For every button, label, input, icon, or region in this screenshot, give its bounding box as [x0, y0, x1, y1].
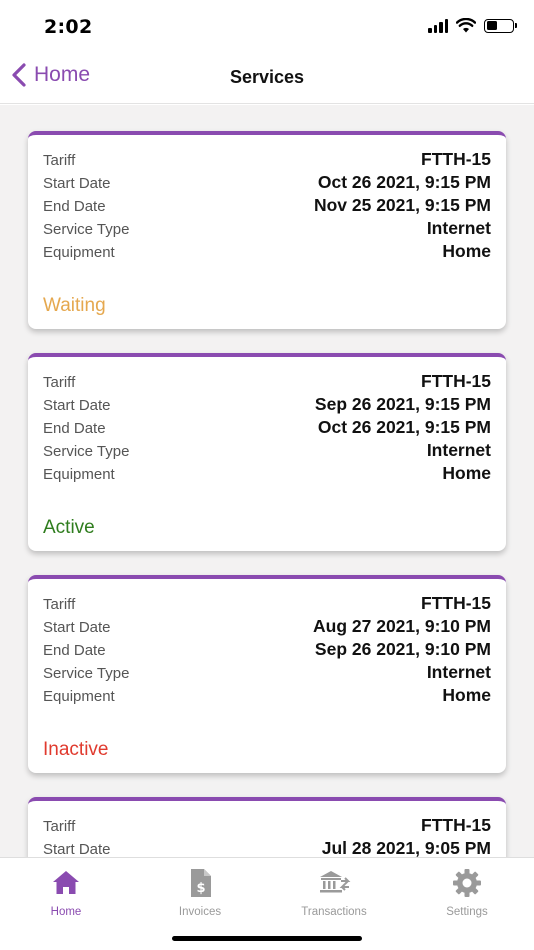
- service-type-label: Service Type: [43, 443, 130, 460]
- equipment-label: Equipment: [43, 466, 115, 483]
- end-date-value: Sep 26 2021, 9:10 PM: [314, 639, 491, 659]
- start-date-label: Start Date: [43, 619, 111, 636]
- tab-settings[interactable]: Settings: [417, 868, 517, 918]
- start-date-value: Sep 26 2021, 9:15 PM: [314, 394, 491, 414]
- tariff-value: FTTH-15: [421, 593, 491, 613]
- service-status: Inactive: [43, 739, 109, 760]
- service-card[interactable]: Tariff FTTH-15 Start Date Jul 28 2021, 9:0…: [28, 797, 506, 857]
- cellular-signal-icon: [428, 18, 448, 33]
- end-date-value: Oct 26 2021, 9:15 PM: [317, 417, 491, 437]
- end-date-label: End Date: [43, 642, 106, 659]
- home-indicator: [172, 936, 362, 941]
- equipment-label: Equipment: [43, 244, 115, 261]
- start-date-value: Jul 28 2021, 9:05 PM: [321, 838, 491, 857]
- page-title: Services: [229, 67, 305, 87]
- tab-invoices[interactable]: $ Invoices: [150, 868, 250, 918]
- service-status: Active: [43, 517, 95, 538]
- start-date-value: Oct 26 2021, 9:15 PM: [317, 172, 491, 192]
- service-type-value: Internet: [426, 440, 491, 460]
- services-list[interactable]: Tariff FTTH-15 Start Date Oct 26 2021, 9:1…: [0, 105, 534, 857]
- home-icon: [53, 871, 79, 894]
- start-date-value: Aug 27 2021, 9:10 PM: [313, 616, 491, 636]
- equipment-value: Home: [442, 463, 491, 483]
- tariff-label: Tariff: [43, 152, 76, 169]
- service-type-label: Service Type: [43, 665, 130, 682]
- end-date-label: End Date: [43, 198, 106, 215]
- service-card[interactable]: Tariff FTTH-15 Start Date Oct 26 2021, 9:1…: [28, 131, 506, 329]
- tariff-label: Tariff: [43, 374, 76, 391]
- end-date-label: End Date: [43, 420, 106, 437]
- tab-transactions-label: Transactions: [301, 906, 367, 918]
- equipment-value: Home: [442, 685, 491, 705]
- navigation-bar: Home Services: [0, 52, 534, 104]
- service-type-value: Internet: [426, 218, 491, 238]
- tariff-value: FTTH-15: [421, 815, 491, 835]
- equipment-value: Home: [442, 241, 491, 261]
- gear-icon: [453, 869, 481, 897]
- service-type-value: Internet: [426, 662, 491, 682]
- svg-text:$: $: [196, 881, 205, 896]
- battery-icon: [484, 18, 517, 33]
- tab-bar: Home $ Invoices Transactions Settings: [0, 857, 534, 950]
- status-time: 2:02: [44, 16, 93, 38]
- status-bar: 2:02: [0, 0, 534, 52]
- start-date-label: Start Date: [43, 841, 111, 857]
- tab-settings-label: Settings: [446, 906, 488, 918]
- end-date-value: Nov 25 2021, 9:15 PM: [313, 195, 491, 215]
- tab-home-label: Home: [50, 906, 82, 918]
- tab-transactions[interactable]: Transactions: [284, 868, 384, 918]
- equipment-label: Equipment: [43, 688, 115, 705]
- wifi-icon: [456, 18, 476, 33]
- service-card[interactable]: Tariff FTTH-15 Start Date Aug 27 2021, 9:1…: [28, 575, 506, 773]
- service-type-label: Service Type: [43, 221, 130, 238]
- service-status: Waiting: [43, 295, 106, 316]
- tab-home[interactable]: Home: [16, 868, 116, 918]
- status-icons: [428, 18, 517, 33]
- service-card[interactable]: Tariff FTTH-15 Start Date Sep 26 2021, 9:1…: [28, 353, 506, 551]
- tariff-value: FTTH-15: [421, 149, 491, 169]
- tab-invoices-label: Invoices: [178, 906, 222, 918]
- tariff-label: Tariff: [43, 818, 76, 835]
- invoice-icon: $: [191, 869, 211, 897]
- bank-transfer-icon: [320, 871, 351, 893]
- tariff-label: Tariff: [43, 596, 76, 613]
- tariff-value: FTTH-15: [421, 371, 491, 391]
- start-date-label: Start Date: [43, 397, 111, 414]
- start-date-label: Start Date: [43, 175, 111, 192]
